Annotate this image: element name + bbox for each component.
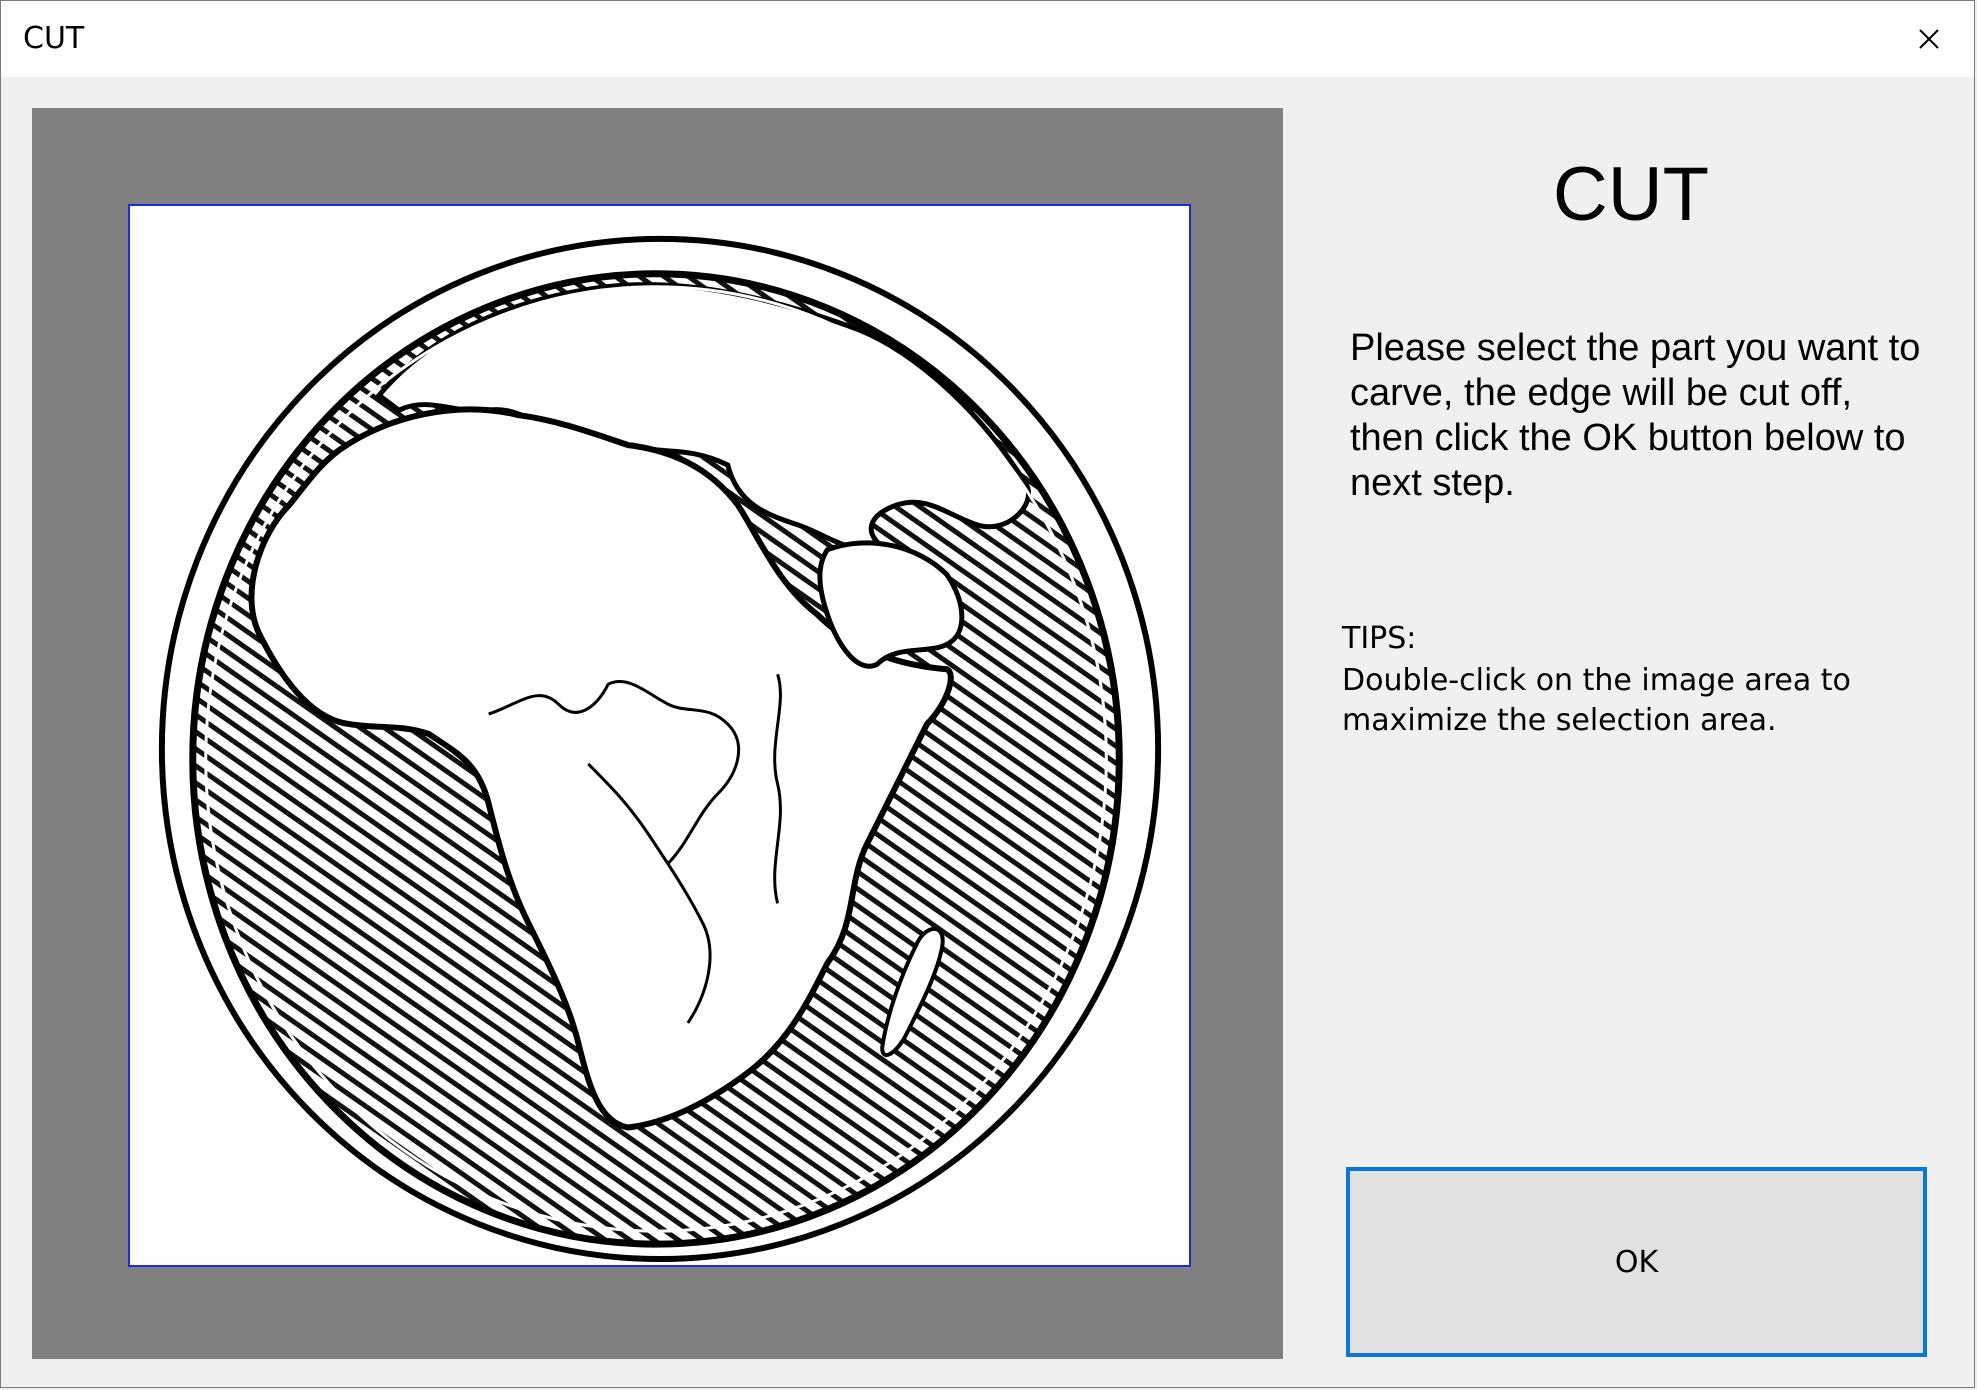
- ok-button-label: OK: [1614, 1244, 1659, 1280]
- globe-image: [158, 235, 1162, 1263]
- image-canvas: [32, 108, 1283, 1359]
- title-bar: CUT: [1, 1, 1974, 77]
- instructions-text: Please select the part you want to carve…: [1350, 327, 1921, 504]
- page-title: CUT: [1552, 152, 1710, 237]
- close-button[interactable]: [1884, 1, 1974, 77]
- window-title: CUT: [23, 21, 85, 56]
- tips-label: TIPS:: [1342, 621, 1417, 656]
- cut-dialog: CUT CUT Please select the part you want …: [0, 0, 1975, 1388]
- close-icon: [1919, 29, 1939, 49]
- tips-text: Double-click on the image area to maximi…: [1342, 663, 1851, 738]
- ok-button[interactable]: OK: [1346, 1167, 1927, 1357]
- selection-area[interactable]: [128, 204, 1191, 1267]
